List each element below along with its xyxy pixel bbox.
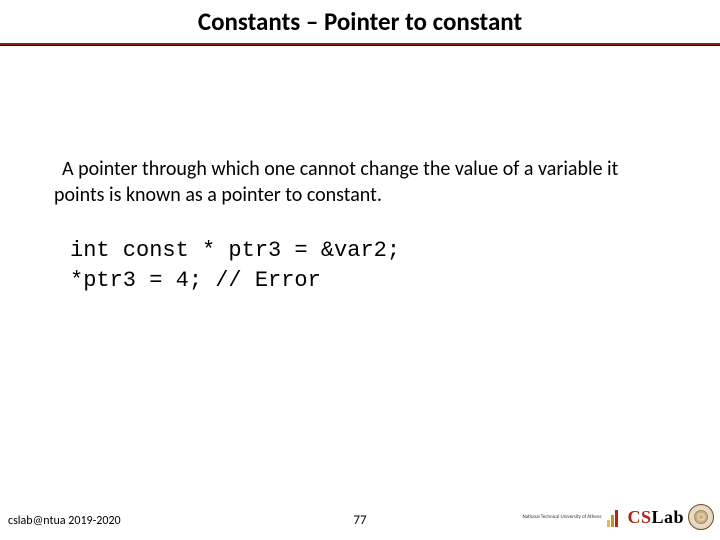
code-line-1: int const * ptr3 = &var2; (70, 238, 400, 263)
code-line-2: *ptr3 = 4; // Error (70, 268, 321, 293)
university-seal-icon (688, 504, 714, 530)
code-block: int const * ptr3 = &var2; *ptr3 = 4; // … (54, 236, 666, 295)
logo-lab: Lab (651, 507, 684, 527)
cslab-logo: CSLab (627, 507, 684, 528)
logo-cs: CS (627, 507, 651, 527)
logo-bars-icon (607, 508, 621, 526)
slide-title: Constants – Pointer to constant (198, 6, 522, 37)
slide: Constants – Pointer to constant A pointe… (0, 0, 720, 540)
footer: cslab@ntua 2019-2020 77 National Technic… (0, 502, 720, 530)
footer-right: National Technical University of Athens … (522, 504, 714, 530)
page-number: 77 (353, 513, 366, 528)
university-name: National Technical University of Athens (522, 515, 601, 520)
content-area: A pointer through which one cannot chang… (0, 46, 720, 295)
title-area: Constants – Pointer to constant (0, 0, 720, 37)
body-paragraph: A pointer through which one cannot chang… (54, 156, 666, 208)
footer-left-text: cslab@ntua 2019-2020 (8, 514, 121, 528)
